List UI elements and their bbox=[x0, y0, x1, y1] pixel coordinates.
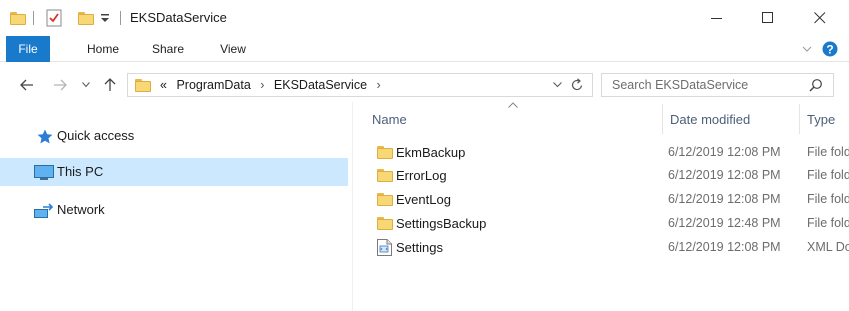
help-icon[interactable]: ? bbox=[822, 41, 838, 57]
close-button[interactable] bbox=[797, 0, 843, 36]
tab-home[interactable]: Home bbox=[80, 36, 126, 62]
column-header-name[interactable]: Name bbox=[372, 112, 407, 127]
new-folder-icon[interactable] bbox=[78, 12, 94, 25]
folder-icon bbox=[377, 193, 393, 206]
navigation-pane: Quick access This PC Network bbox=[0, 102, 350, 311]
breadcrumb-separator[interactable]: › bbox=[260, 78, 264, 92]
recent-locations-button[interactable] bbox=[80, 76, 92, 94]
file-name: EventLog bbox=[396, 192, 451, 207]
file-type: XML Document bbox=[807, 240, 849, 254]
up-button[interactable] bbox=[100, 76, 120, 94]
back-button[interactable] bbox=[17, 76, 37, 94]
back-arrow-icon bbox=[20, 79, 33, 91]
address-dropdown-icon[interactable] bbox=[553, 82, 562, 88]
file-name: SettingsBackup bbox=[396, 216, 487, 231]
computer-icon bbox=[34, 165, 54, 180]
svg-text:?: ? bbox=[826, 43, 833, 57]
nav-label-quick-access: Quick access bbox=[57, 128, 135, 143]
folder-icon bbox=[377, 217, 393, 230]
file-date: 6/12/2019 12:08 PM bbox=[668, 192, 781, 206]
breadcrumb-overflow[interactable]: « bbox=[160, 78, 167, 92]
column-header-type[interactable]: Type bbox=[807, 112, 835, 127]
file-date: 6/12/2019 12:08 PM bbox=[668, 145, 781, 159]
list-item-ekmbackup[interactable]: EkmBackup 6/12/2019 12:08 PM File folder bbox=[360, 141, 849, 164]
nav-label-network: Network bbox=[57, 202, 105, 217]
maximize-button[interactable] bbox=[745, 0, 791, 36]
file-name: EkmBackup bbox=[396, 145, 466, 160]
tab-view[interactable]: View bbox=[210, 36, 256, 62]
column-divider[interactable] bbox=[799, 104, 800, 134]
toolbar-divider bbox=[120, 11, 121, 25]
folder-icon[interactable] bbox=[10, 12, 26, 25]
file-date: 6/12/2019 12:08 PM bbox=[668, 168, 781, 182]
chevron-down-icon bbox=[82, 82, 90, 88]
list-item-settings[interactable]: Settings 6/12/2019 12:08 PM XML Document bbox=[360, 236, 849, 259]
list-item-settingsbackup[interactable]: SettingsBackup 6/12/2019 12:48 PM File f… bbox=[360, 212, 849, 235]
file-type: File folder bbox=[807, 192, 849, 206]
title-bar: EKSDataService bbox=[0, 0, 849, 36]
nav-item-this-pc[interactable]: This PC bbox=[0, 158, 348, 186]
file-type: File folder bbox=[807, 168, 849, 182]
xml-file-icon bbox=[377, 239, 392, 256]
breadcrumb-programdata[interactable]: ProgramData bbox=[176, 78, 250, 92]
file-date: 6/12/2019 12:08 PM bbox=[668, 240, 781, 254]
forward-arrow-icon bbox=[54, 79, 67, 91]
nav-label-this-pc: This PC bbox=[57, 164, 104, 179]
tab-share[interactable]: Share bbox=[145, 36, 191, 62]
nav-item-network[interactable]: Network bbox=[0, 196, 348, 224]
column-header-date-modified[interactable]: Date modified bbox=[670, 112, 750, 127]
close-icon bbox=[814, 12, 826, 24]
folder-icon bbox=[135, 79, 151, 92]
column-divider[interactable] bbox=[662, 104, 663, 134]
minimize-icon bbox=[711, 18, 722, 19]
folder-icon bbox=[377, 169, 393, 182]
file-date: 6/12/2019 12:48 PM bbox=[668, 216, 781, 230]
navigation-bar: « ProgramData › EKSDataService › Search … bbox=[0, 68, 849, 102]
file-type: File folder bbox=[807, 145, 849, 159]
list-item-eventlog[interactable]: EventLog 6/12/2019 12:08 PM File folder bbox=[360, 188, 849, 211]
search-icon[interactable] bbox=[809, 78, 823, 92]
list-item-errorlog[interactable]: ErrorLog 6/12/2019 12:08 PM File folder bbox=[360, 164, 849, 187]
sort-ascending-icon bbox=[508, 100, 518, 111]
network-icon bbox=[34, 203, 54, 218]
search-input[interactable]: Search EKSDataService bbox=[601, 73, 834, 97]
file-name: Settings bbox=[396, 240, 443, 255]
toolbar-divider bbox=[33, 11, 34, 25]
folder-icon bbox=[377, 146, 393, 159]
address-bar[interactable]: « ProgramData › EKSDataService › bbox=[127, 73, 593, 97]
star-icon bbox=[37, 129, 53, 144]
pane-splitter[interactable] bbox=[352, 102, 353, 311]
forward-button[interactable] bbox=[50, 76, 70, 94]
expand-ribbon-icon[interactable] bbox=[802, 46, 812, 54]
ribbon-tabs: File Home Share View ? bbox=[0, 36, 849, 62]
up-arrow-icon bbox=[104, 78, 116, 91]
tab-file[interactable]: File bbox=[6, 36, 50, 62]
minimize-button[interactable] bbox=[694, 0, 740, 36]
properties-check-icon[interactable] bbox=[46, 9, 62, 27]
breadcrumb-eksdataservice[interactable]: EKSDataService bbox=[274, 78, 367, 92]
file-name: ErrorLog bbox=[396, 168, 447, 183]
window-title: EKSDataService bbox=[130, 10, 227, 25]
refresh-icon[interactable] bbox=[571, 78, 584, 92]
nav-item-quick-access[interactable]: Quick access bbox=[0, 122, 348, 150]
customize-dropdown-icon[interactable] bbox=[100, 13, 110, 23]
breadcrumb: « ProgramData › EKSDataService › bbox=[160, 78, 387, 92]
file-type: File folder bbox=[807, 216, 849, 230]
maximize-icon bbox=[762, 12, 773, 23]
breadcrumb-separator[interactable]: › bbox=[377, 78, 381, 92]
search-placeholder: Search EKSDataService bbox=[612, 78, 749, 92]
